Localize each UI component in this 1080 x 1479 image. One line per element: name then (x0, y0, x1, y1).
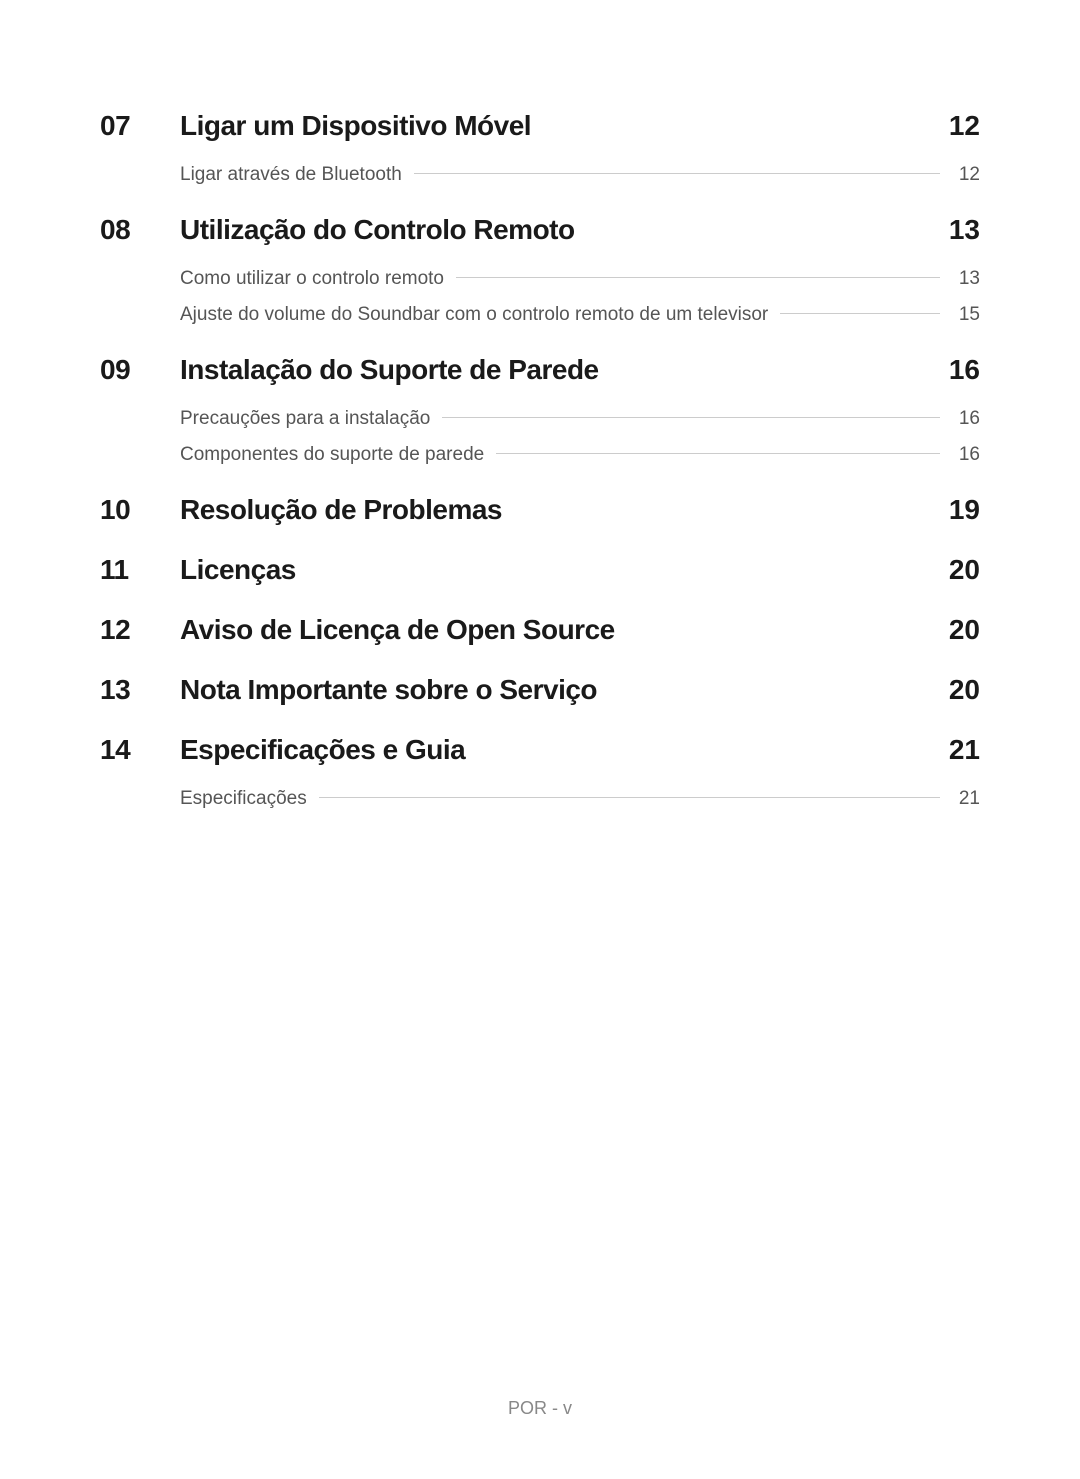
section-head: 10 Resolução de Problemas 19 (100, 494, 980, 526)
leader-line (442, 417, 940, 418)
subitem-page: 13 (952, 268, 980, 290)
section-title: Resolução de Problemas (180, 494, 949, 526)
toc-subitem: Componentes do suporte de parede 16 (180, 444, 980, 466)
section-title: Nota Importante sobre o Serviço (180, 674, 949, 706)
section-number: 14 (100, 734, 180, 766)
page-footer: POR - v (0, 1398, 1080, 1419)
section-page: 13 (949, 214, 980, 246)
subitem-label: Como utilizar o controlo remoto (180, 268, 444, 290)
subitem-page: 16 (952, 444, 980, 466)
section-page: 12 (949, 110, 980, 142)
section-title: Licenças (180, 554, 949, 586)
section-number: 10 (100, 494, 180, 526)
section-page: 20 (949, 674, 980, 706)
subitem-label: Ligar através de Bluetooth (180, 164, 402, 186)
toc-section-07: 07 Ligar um Dispositivo Móvel 12 Ligar a… (100, 110, 980, 186)
section-title: Aviso de Licença de Open Source (180, 614, 949, 646)
toc-section-09: 09 Instalação do Suporte de Parede 16 Pr… (100, 354, 980, 466)
leader-line (414, 173, 940, 174)
section-title: Especificações e Guia (180, 734, 949, 766)
section-head: 08 Utilização do Controlo Remoto 13 (100, 214, 980, 246)
toc-subitem: Ligar através de Bluetooth 12 (180, 164, 980, 186)
section-number: 12 (100, 614, 180, 646)
section-number: 09 (100, 354, 180, 386)
toc-section-10: 10 Resolução de Problemas 19 (100, 494, 980, 526)
subitem-page: 16 (952, 408, 980, 430)
toc-section-13: 13 Nota Importante sobre o Serviço 20 (100, 674, 980, 706)
section-head: 07 Ligar um Dispositivo Móvel 12 (100, 110, 980, 142)
section-page: 20 (949, 614, 980, 646)
subitem-page: 21 (952, 788, 980, 810)
section-number: 13 (100, 674, 180, 706)
section-number: 07 (100, 110, 180, 142)
section-page: 21 (949, 734, 980, 766)
leader-line (319, 797, 940, 798)
subitem-label: Componentes do suporte de parede (180, 444, 484, 466)
section-page: 20 (949, 554, 980, 586)
subitem-label: Precauções para a instalação (180, 408, 430, 430)
leader-line (496, 453, 940, 454)
subitem-page: 12 (952, 164, 980, 186)
toc-subitem: Como utilizar o controlo remoto 13 (180, 268, 980, 290)
section-head: 12 Aviso de Licença de Open Source 20 (100, 614, 980, 646)
leader-line (456, 277, 940, 278)
toc-subitem: Precauções para a instalação 16 (180, 408, 980, 430)
section-page: 19 (949, 494, 980, 526)
toc-subitem: Especificações 21 (180, 788, 980, 810)
section-head: 13 Nota Importante sobre o Serviço 20 (100, 674, 980, 706)
toc-subitem: Ajuste do volume do Soundbar com o contr… (180, 304, 980, 326)
section-title: Instalação do Suporte de Parede (180, 354, 949, 386)
section-number: 08 (100, 214, 180, 246)
section-title: Ligar um Dispositivo Móvel (180, 110, 949, 142)
leader-line (780, 313, 940, 314)
section-page: 16 (949, 354, 980, 386)
toc-page: 07 Ligar um Dispositivo Móvel 12 Ligar a… (0, 0, 1080, 810)
section-title: Utilização do Controlo Remoto (180, 214, 949, 246)
toc-section-08: 08 Utilização do Controlo Remoto 13 Como… (100, 214, 980, 326)
toc-section-12: 12 Aviso de Licença de Open Source 20 (100, 614, 980, 646)
section-head: 09 Instalação do Suporte de Parede 16 (100, 354, 980, 386)
subitem-label: Ajuste do volume do Soundbar com o contr… (180, 304, 768, 326)
section-head: 11 Licenças 20 (100, 554, 980, 586)
section-number: 11 (100, 554, 180, 586)
toc-section-11: 11 Licenças 20 (100, 554, 980, 586)
section-head: 14 Especificações e Guia 21 (100, 734, 980, 766)
toc-section-14: 14 Especificações e Guia 21 Especificaçõ… (100, 734, 980, 810)
subitem-page: 15 (952, 304, 980, 326)
subitem-label: Especificações (180, 788, 307, 810)
